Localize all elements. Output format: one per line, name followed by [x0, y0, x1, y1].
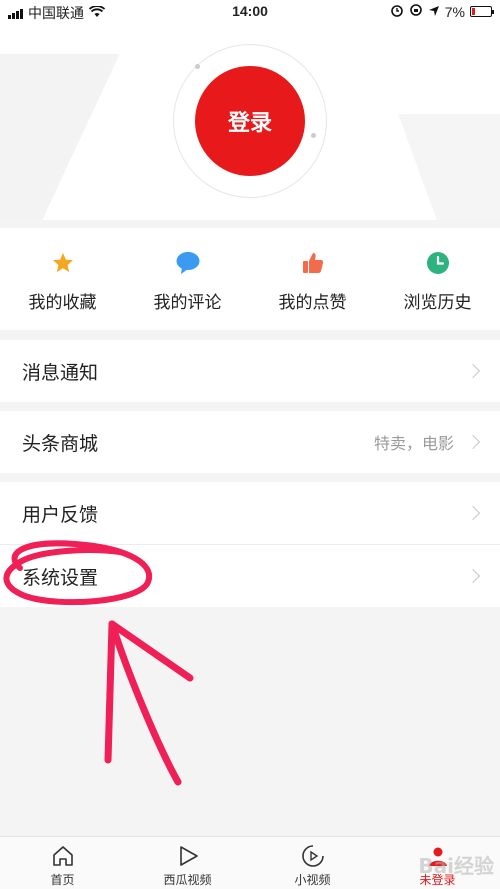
header-decoration	[0, 54, 120, 220]
star-icon	[50, 250, 76, 276]
quick-item-likes[interactable]: 我的点赞	[250, 228, 375, 330]
chevron-right-icon	[465, 363, 481, 379]
quick-item-label: 我的评论	[153, 293, 222, 312]
thumbs-up-icon	[300, 250, 326, 276]
header-decoration	[398, 114, 500, 220]
menu-item-subtitle: 特卖，电影	[373, 436, 454, 453]
tab-small-video[interactable]: 小视频	[250, 837, 375, 889]
menu-item-notifications[interactable]: 消息通知	[0, 340, 500, 402]
tab-home[interactable]: 首页	[0, 837, 125, 889]
tab-label: 首页	[50, 873, 75, 887]
tab-label: 西瓜视频	[163, 873, 212, 887]
quick-item-label: 我的收藏	[28, 293, 97, 312]
menu-item-label: 消息通知	[22, 362, 99, 384]
status-right: 7%	[390, 3, 494, 20]
battery-percent: 7%	[444, 3, 465, 20]
status-bar: 中国联通 14:00 7%	[0, 0, 500, 24]
chevron-right-icon	[465, 568, 481, 584]
comment-icon	[175, 250, 201, 276]
profile-header: 登录	[0, 24, 500, 220]
play-icon	[175, 843, 201, 869]
chevron-right-icon	[465, 434, 481, 450]
alarm-icon	[390, 3, 404, 20]
menu-item-label: 系统设置	[22, 567, 99, 589]
tab-xigua-video[interactable]: 西瓜视频	[125, 837, 250, 889]
login-button[interactable]: 登录	[195, 66, 305, 176]
quick-actions: 我的收藏 我的评论 我的点赞 浏览历史	[0, 228, 500, 330]
home-icon	[50, 843, 76, 869]
quick-item-favorites[interactable]: 我的收藏	[0, 228, 125, 330]
quick-item-label: 我的点赞	[278, 293, 347, 312]
watermark: Bai经验	[418, 854, 494, 878]
menu-item-label: 头条商城	[22, 433, 99, 455]
tab-label: 小视频	[294, 873, 331, 887]
menu-item-feedback[interactable]: 用户反馈	[0, 482, 500, 544]
chevron-right-icon	[465, 505, 481, 521]
clock-icon	[425, 250, 451, 276]
menu-item-label: 用户反馈	[22, 504, 99, 526]
quick-item-comments[interactable]: 我的评论	[125, 228, 250, 330]
battery-icon	[470, 6, 494, 17]
quick-item-label: 浏览历史	[403, 293, 472, 312]
small-video-icon	[300, 843, 326, 869]
orientation-lock-icon	[409, 3, 423, 20]
menu-item-mall[interactable]: 头条商城 特卖，电影	[0, 411, 500, 473]
quick-item-history[interactable]: 浏览历史	[375, 228, 500, 330]
location-icon	[428, 4, 440, 20]
menu-item-settings[interactable]: 系统设置	[0, 545, 500, 607]
